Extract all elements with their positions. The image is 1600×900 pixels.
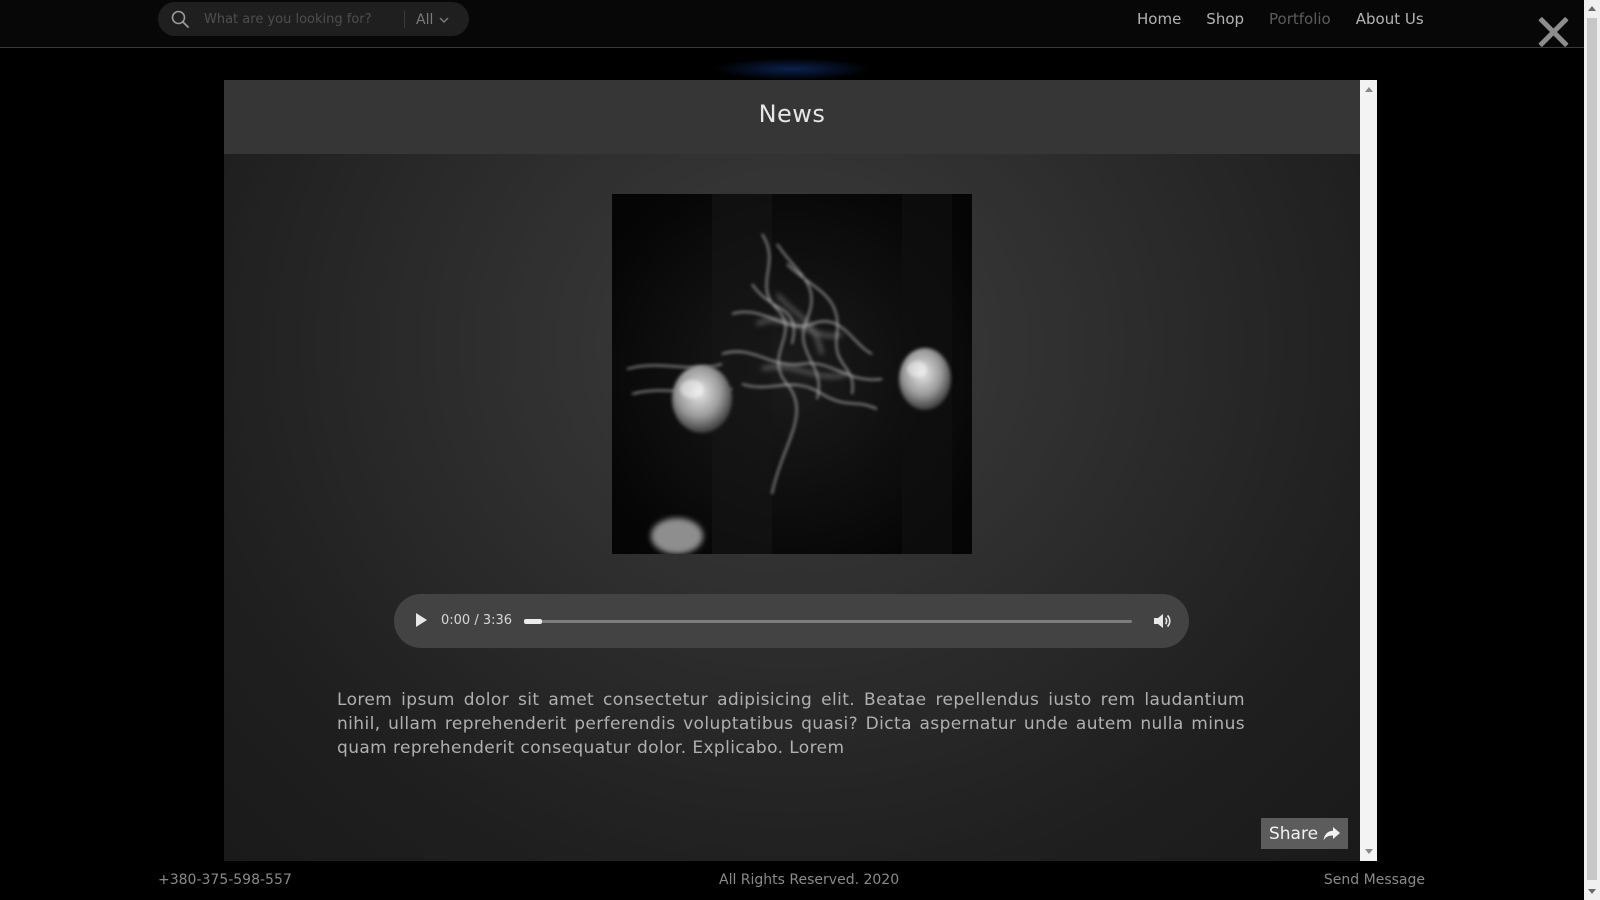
modal-content: News 0:00 / 3:36 Lorem ipsum dolor sit a… xyxy=(224,80,1360,861)
modal-scroll-down-icon[interactable] xyxy=(1365,849,1373,854)
modal-scrollbar[interactable] xyxy=(1360,80,1377,861)
search-divider xyxy=(404,11,405,28)
search-box: All xyxy=(158,2,469,36)
close-icon[interactable] xyxy=(1537,16,1569,48)
album-art-image xyxy=(612,194,972,554)
footer-phone: +380-375-598-557 xyxy=(158,872,292,888)
send-message-link[interactable]: Send Message xyxy=(1324,872,1425,888)
search-category-select[interactable]: All xyxy=(416,11,449,29)
chevron-down-icon xyxy=(439,17,449,24)
scroll-up-arrow-icon[interactable] xyxy=(1588,6,1596,11)
main-nav: Home Shop Portfolio About Us xyxy=(1137,10,1424,28)
news-body-text: Lorem ipsum dolor sit amet consectetur a… xyxy=(337,690,1245,758)
search-input[interactable] xyxy=(204,8,396,30)
modal-title: News xyxy=(758,100,826,128)
audio-player: 0:00 / 3:36 xyxy=(394,594,1189,648)
scrollbar-thumb[interactable] xyxy=(1587,18,1597,880)
smoke-flowers-photo xyxy=(612,194,972,554)
nav-portfolio[interactable]: Portfolio xyxy=(1269,10,1331,28)
modal-scroll-up-icon[interactable] xyxy=(1365,87,1373,92)
search-category-label: All xyxy=(416,12,434,28)
modal-header: News xyxy=(224,80,1360,154)
footer-copyright: All Rights Reserved. 2020 xyxy=(719,872,900,888)
nav-shop[interactable]: Shop xyxy=(1206,10,1244,28)
page-scrollbar[interactable] xyxy=(1584,0,1600,900)
scroll-down-arrow-icon[interactable] xyxy=(1588,889,1596,894)
top-navigation-bar: All Home Shop Portfolio About Us xyxy=(0,0,1584,48)
nav-home[interactable]: Home xyxy=(1137,10,1181,28)
share-arrow-icon xyxy=(1323,826,1341,840)
search-icon[interactable] xyxy=(171,10,189,28)
audio-progress-track[interactable] xyxy=(524,619,1132,624)
share-button[interactable]: Share xyxy=(1261,818,1348,849)
audio-progress-fill xyxy=(524,619,542,624)
page-footer: +380-375-598-557 All Rights Reserved. 20… xyxy=(0,862,1584,900)
background-glow xyxy=(712,58,872,80)
news-modal: News 0:00 / 3:36 Lorem ipsum dolor sit a… xyxy=(224,80,1377,861)
volume-icon[interactable] xyxy=(1152,612,1172,630)
share-label: Share xyxy=(1268,823,1319,844)
play-icon[interactable] xyxy=(416,613,427,627)
audio-time: 0:00 / 3:36 xyxy=(441,613,513,628)
nav-about-us[interactable]: About Us xyxy=(1356,10,1424,28)
